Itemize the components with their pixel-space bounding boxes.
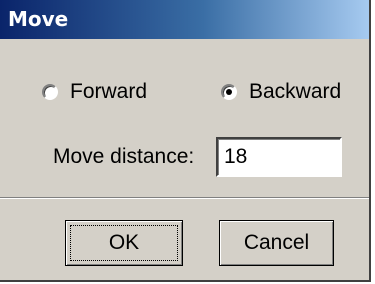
- dialog-title: Move: [8, 7, 69, 31]
- move-dialog: Move Forward Backward Move distance: OK …: [0, 0, 371, 282]
- ok-button-label: OK: [108, 231, 140, 254]
- cancel-button-label: Cancel: [243, 231, 310, 254]
- forward-radio[interactable]: Forward: [42, 79, 147, 105]
- title-bar[interactable]: Move: [0, 0, 369, 39]
- cancel-button[interactable]: Cancel: [219, 220, 334, 266]
- radio-selected-dot-icon: [226, 89, 232, 95]
- move-distance-input[interactable]: [216, 137, 342, 177]
- forward-radio-button[interactable]: [42, 84, 58, 100]
- move-distance-label: Move distance:: [53, 145, 195, 168]
- backward-radio-label[interactable]: Backward: [249, 80, 341, 104]
- backward-radio-button[interactable]: [221, 84, 237, 100]
- forward-radio-label[interactable]: Forward: [70, 80, 147, 104]
- ok-button[interactable]: OK: [65, 220, 183, 266]
- backward-radio[interactable]: Backward: [221, 79, 341, 105]
- separator-line: [0, 197, 369, 199]
